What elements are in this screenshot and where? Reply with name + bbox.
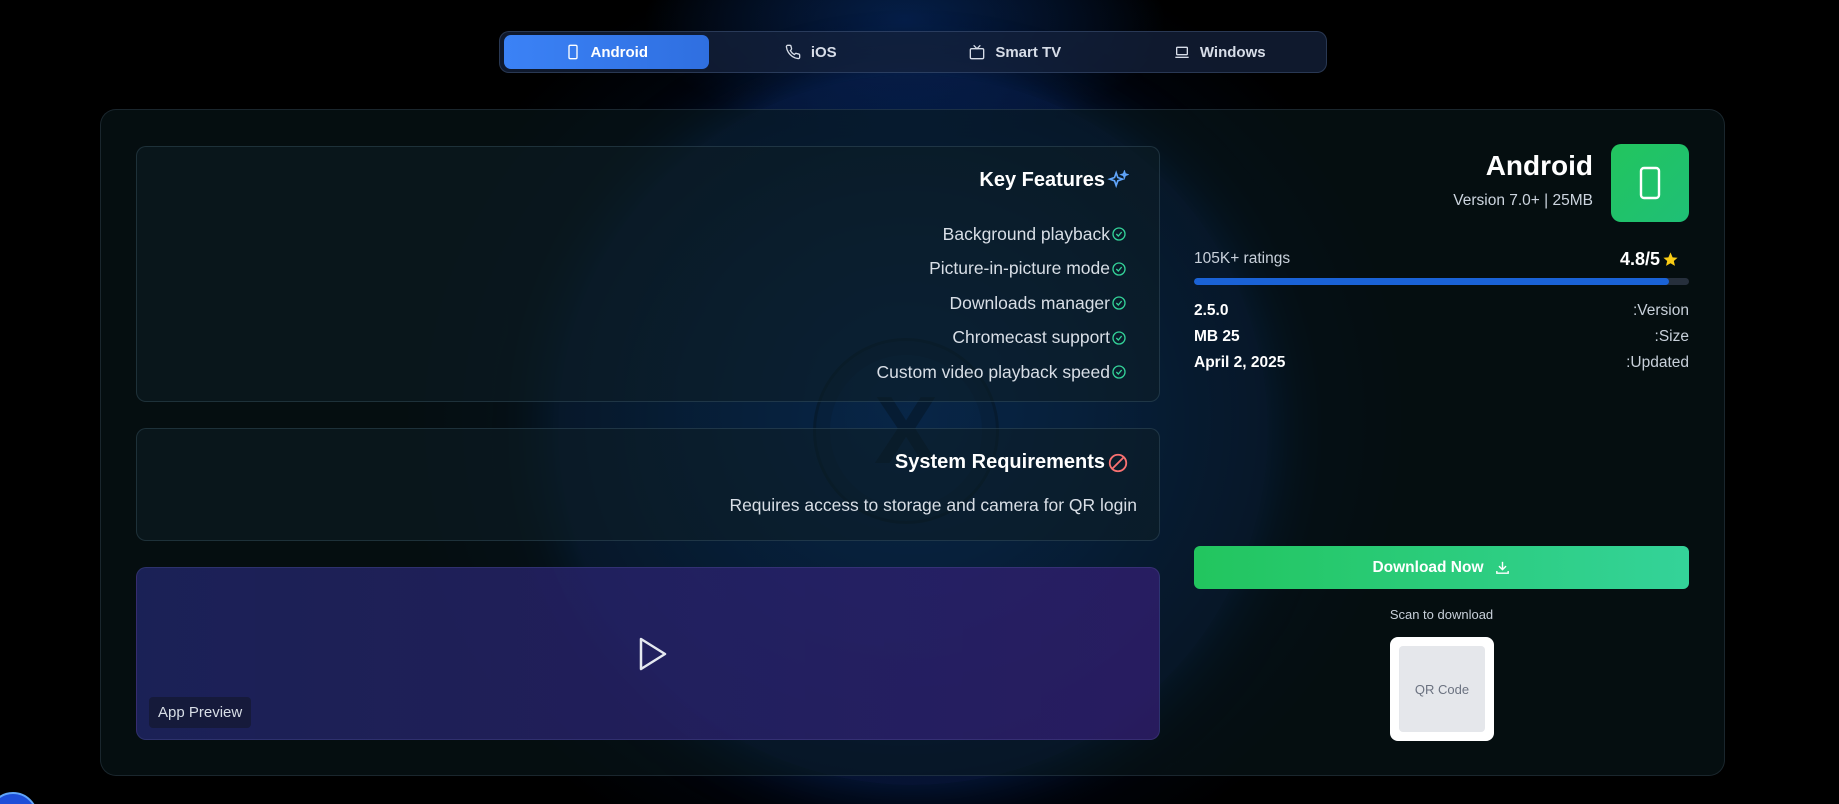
star-icon bbox=[1663, 252, 1678, 266]
page: X Android iOS Smart TV Windows Key Featu… bbox=[0, 0, 1839, 804]
ratings-count: 105K+ ratings bbox=[1194, 250, 1291, 267]
system-requirements-panel: System Requirements Requires access to s… bbox=[136, 428, 1160, 541]
floating-chat-button[interactable] bbox=[0, 792, 38, 804]
scan-to-download-label: Scan to download bbox=[1389, 607, 1494, 622]
platform-tabs: Android iOS Smart TV Windows bbox=[499, 31, 1327, 73]
detail-row-updated: April 2, 2025 :Updated bbox=[1194, 354, 1689, 372]
check-circle-icon bbox=[1112, 331, 1126, 345]
feature-label: Background playback bbox=[942, 223, 1110, 244]
rating-bar-fill bbox=[1194, 278, 1670, 285]
system-requirements-title: System Requirements bbox=[895, 451, 1129, 474]
phone-icon bbox=[785, 44, 801, 60]
key-features-panel: Key Features Background playback Picture… bbox=[136, 146, 1160, 402]
check-circle-icon bbox=[1112, 296, 1126, 310]
feature-label: Downloads manager bbox=[949, 292, 1110, 313]
app-preview-badge: App Preview bbox=[149, 697, 252, 728]
tablet-icon bbox=[567, 44, 578, 60]
app-icon bbox=[1611, 144, 1689, 222]
check-circle-icon bbox=[1112, 262, 1126, 276]
feature-label: Custom video playback speed bbox=[876, 361, 1110, 382]
detail-label: :Updated bbox=[1626, 354, 1689, 371]
detail-value: April 2, 2025 bbox=[1194, 354, 1286, 371]
tab-ios[interactable]: iOS bbox=[709, 35, 914, 69]
system-requirements-heading: System Requirements bbox=[894, 451, 1105, 473]
requirements-text: Requires access to storage and camera fo… bbox=[729, 495, 1137, 515]
tab-windows[interactable]: Windows bbox=[1118, 35, 1323, 69]
app-preview-panel[interactable]: App Preview bbox=[136, 567, 1160, 740]
feature-item: Picture-in-picture mode bbox=[877, 252, 1127, 287]
app-name: Android bbox=[1485, 150, 1593, 181]
rating-score: 4.8/5 bbox=[1620, 249, 1679, 270]
tab-android[interactable]: Android bbox=[504, 35, 709, 69]
feature-item: Background playback bbox=[877, 217, 1127, 252]
rating-text: 4.8/5 bbox=[1619, 249, 1660, 269]
detail-row-size: MB 25 :Size bbox=[1194, 328, 1689, 346]
check-circle-icon bbox=[1112, 227, 1126, 241]
play-icon[interactable] bbox=[631, 634, 671, 674]
tab-smart-tv[interactable]: Smart TV bbox=[913, 35, 1118, 69]
download-now-button[interactable]: Download Now bbox=[1194, 546, 1689, 589]
app-meta: Version 7.0+ | 25MB bbox=[1453, 192, 1593, 209]
detail-value: MB 25 bbox=[1194, 328, 1240, 345]
tab-label: Windows bbox=[1199, 43, 1266, 61]
download-icon bbox=[1495, 561, 1509, 574]
detail-label: :Version bbox=[1632, 302, 1689, 319]
feature-list: Background playback Picture-in-picture m… bbox=[877, 217, 1127, 390]
qr-placeholder: QR Code bbox=[1399, 646, 1485, 732]
key-features-title: Key Features bbox=[979, 169, 1129, 192]
tablet-icon bbox=[1639, 166, 1661, 200]
feature-label: Chromecast support bbox=[952, 327, 1110, 348]
feature-item: Downloads manager bbox=[877, 286, 1127, 321]
feature-label: Picture-in-picture mode bbox=[929, 258, 1110, 279]
tv-icon bbox=[969, 44, 985, 60]
key-features-heading: Key Features bbox=[979, 169, 1105, 191]
qr-code: QR Code bbox=[1390, 637, 1494, 741]
rating-bar bbox=[1194, 278, 1689, 285]
laptop-icon bbox=[1175, 46, 1189, 58]
feature-item: Custom video playback speed bbox=[877, 355, 1127, 390]
tab-label: Smart TV bbox=[995, 43, 1062, 61]
sparkles-icon bbox=[1107, 169, 1129, 188]
download-label: Download Now bbox=[1372, 558, 1484, 576]
feature-item: Chromecast support bbox=[877, 321, 1127, 356]
tab-label: Android bbox=[590, 43, 649, 61]
detail-label: :Size bbox=[1654, 328, 1689, 345]
check-circle-icon bbox=[1112, 365, 1126, 379]
no-symbol-icon bbox=[1108, 453, 1128, 472]
detail-row-version: 2.5.0 :Version bbox=[1194, 302, 1689, 320]
tab-label: iOS bbox=[810, 43, 837, 61]
detail-value: 2.5.0 bbox=[1194, 302, 1229, 319]
